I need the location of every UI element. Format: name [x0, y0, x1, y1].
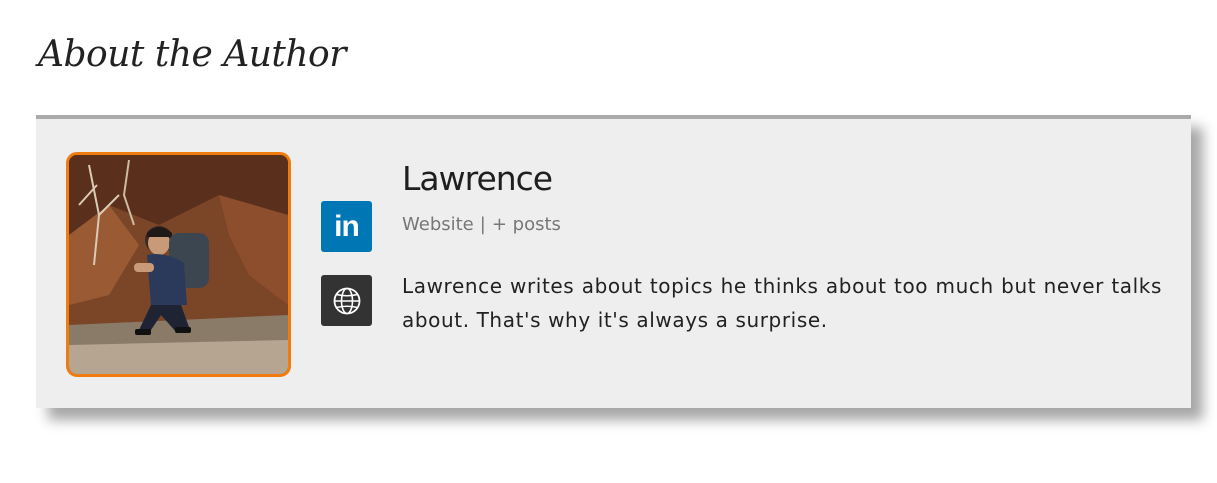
linkedin-button[interactable]: in	[321, 201, 372, 252]
author-photo	[69, 155, 288, 374]
section-title: About the Author	[38, 34, 346, 75]
author-bio: Lawrence writes about topics he thinks a…	[402, 274, 1162, 332]
author-meta: Website | + posts	[402, 214, 561, 235]
website-button[interactable]	[321, 275, 372, 326]
meta-separator: |	[479, 214, 486, 235]
author-avatar	[66, 152, 291, 377]
linkedin-icon: in	[334, 209, 360, 243]
posts-link[interactable]: + posts	[492, 214, 561, 235]
globe-icon	[333, 287, 360, 314]
author-name: Lawrence	[402, 159, 553, 198]
author-box: in Lawrence Website | + posts Lawrence wri…	[36, 115, 1191, 408]
website-link[interactable]: Website	[402, 214, 474, 235]
